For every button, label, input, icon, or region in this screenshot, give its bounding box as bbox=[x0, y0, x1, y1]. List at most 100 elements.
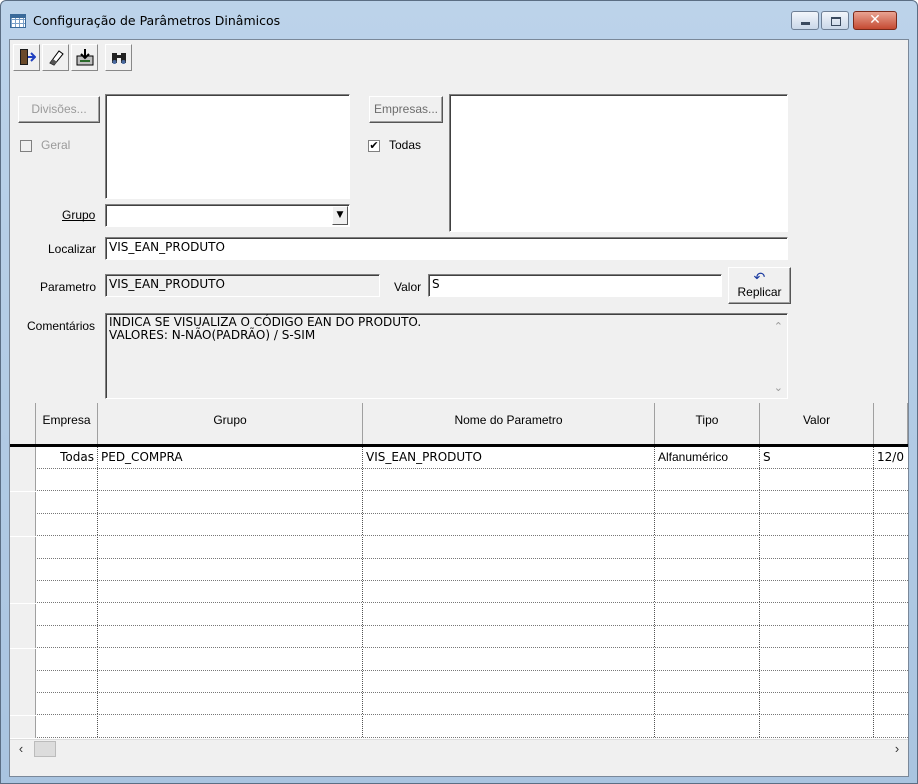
table-cell[interactable] bbox=[98, 491, 363, 513]
divisoes-list[interactable] bbox=[105, 94, 350, 199]
row-header[interactable] bbox=[10, 491, 36, 514]
table-cell[interactable] bbox=[874, 626, 908, 647]
table-cell[interactable] bbox=[363, 559, 655, 580]
table-cell[interactable] bbox=[760, 581, 874, 603]
chevron-down-icon[interactable]: ▼ bbox=[332, 206, 348, 225]
row-header[interactable] bbox=[10, 447, 36, 469]
table-cell[interactable] bbox=[98, 469, 363, 491]
table-cell[interactable] bbox=[655, 626, 760, 648]
table-cell[interactable] bbox=[874, 537, 908, 558]
table-cell[interactable] bbox=[874, 649, 908, 670]
scroll-thumb[interactable] bbox=[34, 741, 56, 757]
table-cell[interactable] bbox=[874, 671, 908, 692]
row-header[interactable] bbox=[10, 536, 36, 559]
table-cell[interactable] bbox=[874, 581, 908, 602]
table-cell[interactable] bbox=[363, 715, 655, 737]
table-cell[interactable] bbox=[655, 648, 760, 670]
table-cell[interactable] bbox=[98, 559, 363, 580]
row-header[interactable] bbox=[10, 559, 36, 581]
grupo-combobox[interactable]: ▼ bbox=[105, 204, 350, 227]
table-row[interactable]: Todas PED_COMPRA VIS_EAN_PRODUTO Alfanum… bbox=[10, 447, 908, 469]
table-cell[interactable] bbox=[36, 491, 98, 513]
table-cell[interactable] bbox=[760, 648, 874, 670]
valor-input[interactable]: S bbox=[428, 274, 722, 297]
row-header[interactable] bbox=[10, 693, 36, 716]
table-cell[interactable] bbox=[655, 603, 760, 625]
scroll-down-icon[interactable]: ⌄ bbox=[774, 381, 783, 394]
column-header-extra[interactable] bbox=[874, 403, 908, 447]
scroll-right-icon[interactable]: › bbox=[888, 740, 906, 758]
table-cell[interactable] bbox=[98, 671, 363, 692]
cell-valor[interactable]: S bbox=[760, 447, 874, 468]
scroll-left-icon[interactable]: ‹ bbox=[12, 740, 30, 758]
table-cell[interactable] bbox=[363, 469, 655, 491]
table-cell[interactable] bbox=[760, 671, 874, 692]
table-cell[interactable] bbox=[760, 491, 874, 513]
table-row[interactable] bbox=[10, 559, 908, 581]
row-header[interactable] bbox=[10, 603, 36, 626]
table-cell[interactable] bbox=[874, 604, 908, 625]
table-cell[interactable] bbox=[760, 715, 874, 737]
scroll-up-icon[interactable]: ⌃ bbox=[774, 320, 783, 333]
table-row[interactable] bbox=[10, 648, 908, 671]
table-cell[interactable] bbox=[655, 469, 760, 491]
table-cell[interactable] bbox=[98, 648, 363, 670]
table-cell[interactable] bbox=[874, 716, 908, 737]
table-cell[interactable] bbox=[36, 648, 98, 670]
table-cell[interactable] bbox=[655, 514, 760, 536]
row-header[interactable] bbox=[10, 469, 36, 492]
table-cell[interactable] bbox=[874, 469, 908, 490]
maximize-button[interactable] bbox=[821, 11, 849, 30]
column-header-valor[interactable]: Valor bbox=[760, 403, 874, 447]
column-header-empresa[interactable]: Empresa bbox=[36, 403, 98, 447]
table-row[interactable] bbox=[10, 603, 908, 626]
column-header-nome[interactable]: Nome do Parametro bbox=[363, 403, 655, 447]
clear-button[interactable] bbox=[42, 44, 69, 71]
table-cell[interactable] bbox=[36, 559, 98, 580]
table-cell[interactable] bbox=[363, 626, 655, 648]
table-cell[interactable] bbox=[98, 514, 363, 536]
table-cell[interactable] bbox=[36, 671, 98, 692]
table-cell[interactable] bbox=[874, 693, 908, 714]
table-cell[interactable] bbox=[363, 671, 655, 692]
table-cell[interactable] bbox=[36, 603, 98, 625]
horizontal-scrollbar[interactable]: ‹ › bbox=[10, 739, 908, 758]
cell-grupo[interactable]: PED_COMPRA bbox=[98, 447, 363, 468]
cell-empresa[interactable]: Todas bbox=[36, 447, 98, 468]
geral-checkbox[interactable] bbox=[20, 140, 32, 152]
exit-button[interactable] bbox=[13, 44, 40, 71]
table-cell[interactable] bbox=[655, 491, 760, 513]
minimize-button[interactable] bbox=[791, 11, 819, 30]
table-cell[interactable] bbox=[655, 536, 760, 558]
close-button[interactable]: ✕ bbox=[853, 11, 897, 30]
table-cell[interactable] bbox=[363, 693, 655, 715]
table-cell[interactable] bbox=[760, 559, 874, 580]
divisoes-button[interactable]: Divisões... bbox=[18, 96, 100, 123]
table-cell[interactable] bbox=[655, 715, 760, 737]
table-row[interactable] bbox=[10, 469, 908, 492]
table-cell[interactable] bbox=[760, 693, 874, 715]
column-header-tipo[interactable]: Tipo bbox=[655, 403, 760, 447]
table-cell[interactable] bbox=[36, 581, 98, 603]
comentarios-textarea[interactable]: INDICA SE VISUALIZA O CÓDIGO EAN DO PROD… bbox=[105, 313, 788, 399]
table-cell[interactable] bbox=[363, 603, 655, 625]
replicar-button[interactable]: ↶ Replicar bbox=[728, 267, 791, 304]
table-cell[interactable] bbox=[98, 626, 363, 648]
table-cell[interactable] bbox=[98, 581, 363, 603]
table-cell[interactable] bbox=[874, 492, 908, 513]
empresas-button[interactable]: Empresas... bbox=[369, 96, 443, 123]
table-cell[interactable] bbox=[363, 514, 655, 536]
table-cell[interactable] bbox=[98, 536, 363, 558]
table-cell[interactable] bbox=[36, 536, 98, 558]
table-row[interactable] bbox=[10, 626, 908, 649]
table-cell[interactable] bbox=[98, 693, 363, 715]
table-cell[interactable] bbox=[655, 693, 760, 715]
cell-nome[interactable]: VIS_EAN_PRODUTO bbox=[363, 447, 655, 468]
table-cell[interactable] bbox=[874, 559, 908, 580]
table-cell[interactable] bbox=[655, 559, 760, 580]
save-button[interactable] bbox=[71, 44, 98, 71]
table-cell[interactable] bbox=[36, 626, 98, 648]
row-header[interactable] bbox=[10, 671, 36, 693]
parametros-grid[interactable]: Empresa Grupo Nome do Parametro Tipo Val… bbox=[10, 403, 908, 739]
table-cell[interactable] bbox=[760, 514, 874, 536]
